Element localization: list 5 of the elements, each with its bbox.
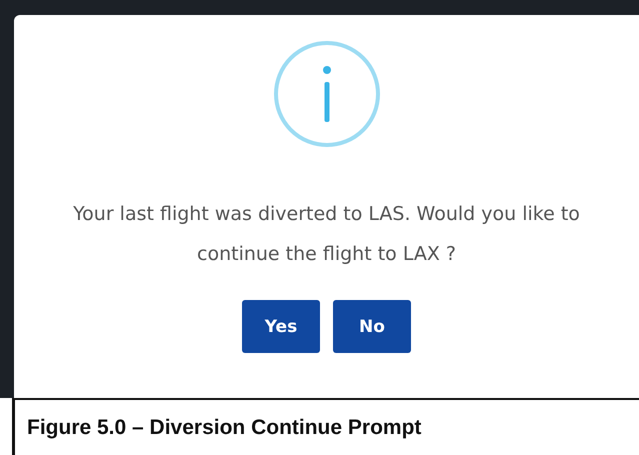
figure-caption: Figure 5.0 – Diversion Continue Prompt (27, 416, 422, 440)
dialog-message: Your last flight was diverted to LAS. Would you like to continue the flight to LAX ? (72, 202, 581, 267)
decline-button[interactable]: No (333, 300, 411, 353)
info-icon (272, 40, 380, 148)
confirm-button[interactable]: Yes (242, 300, 320, 353)
